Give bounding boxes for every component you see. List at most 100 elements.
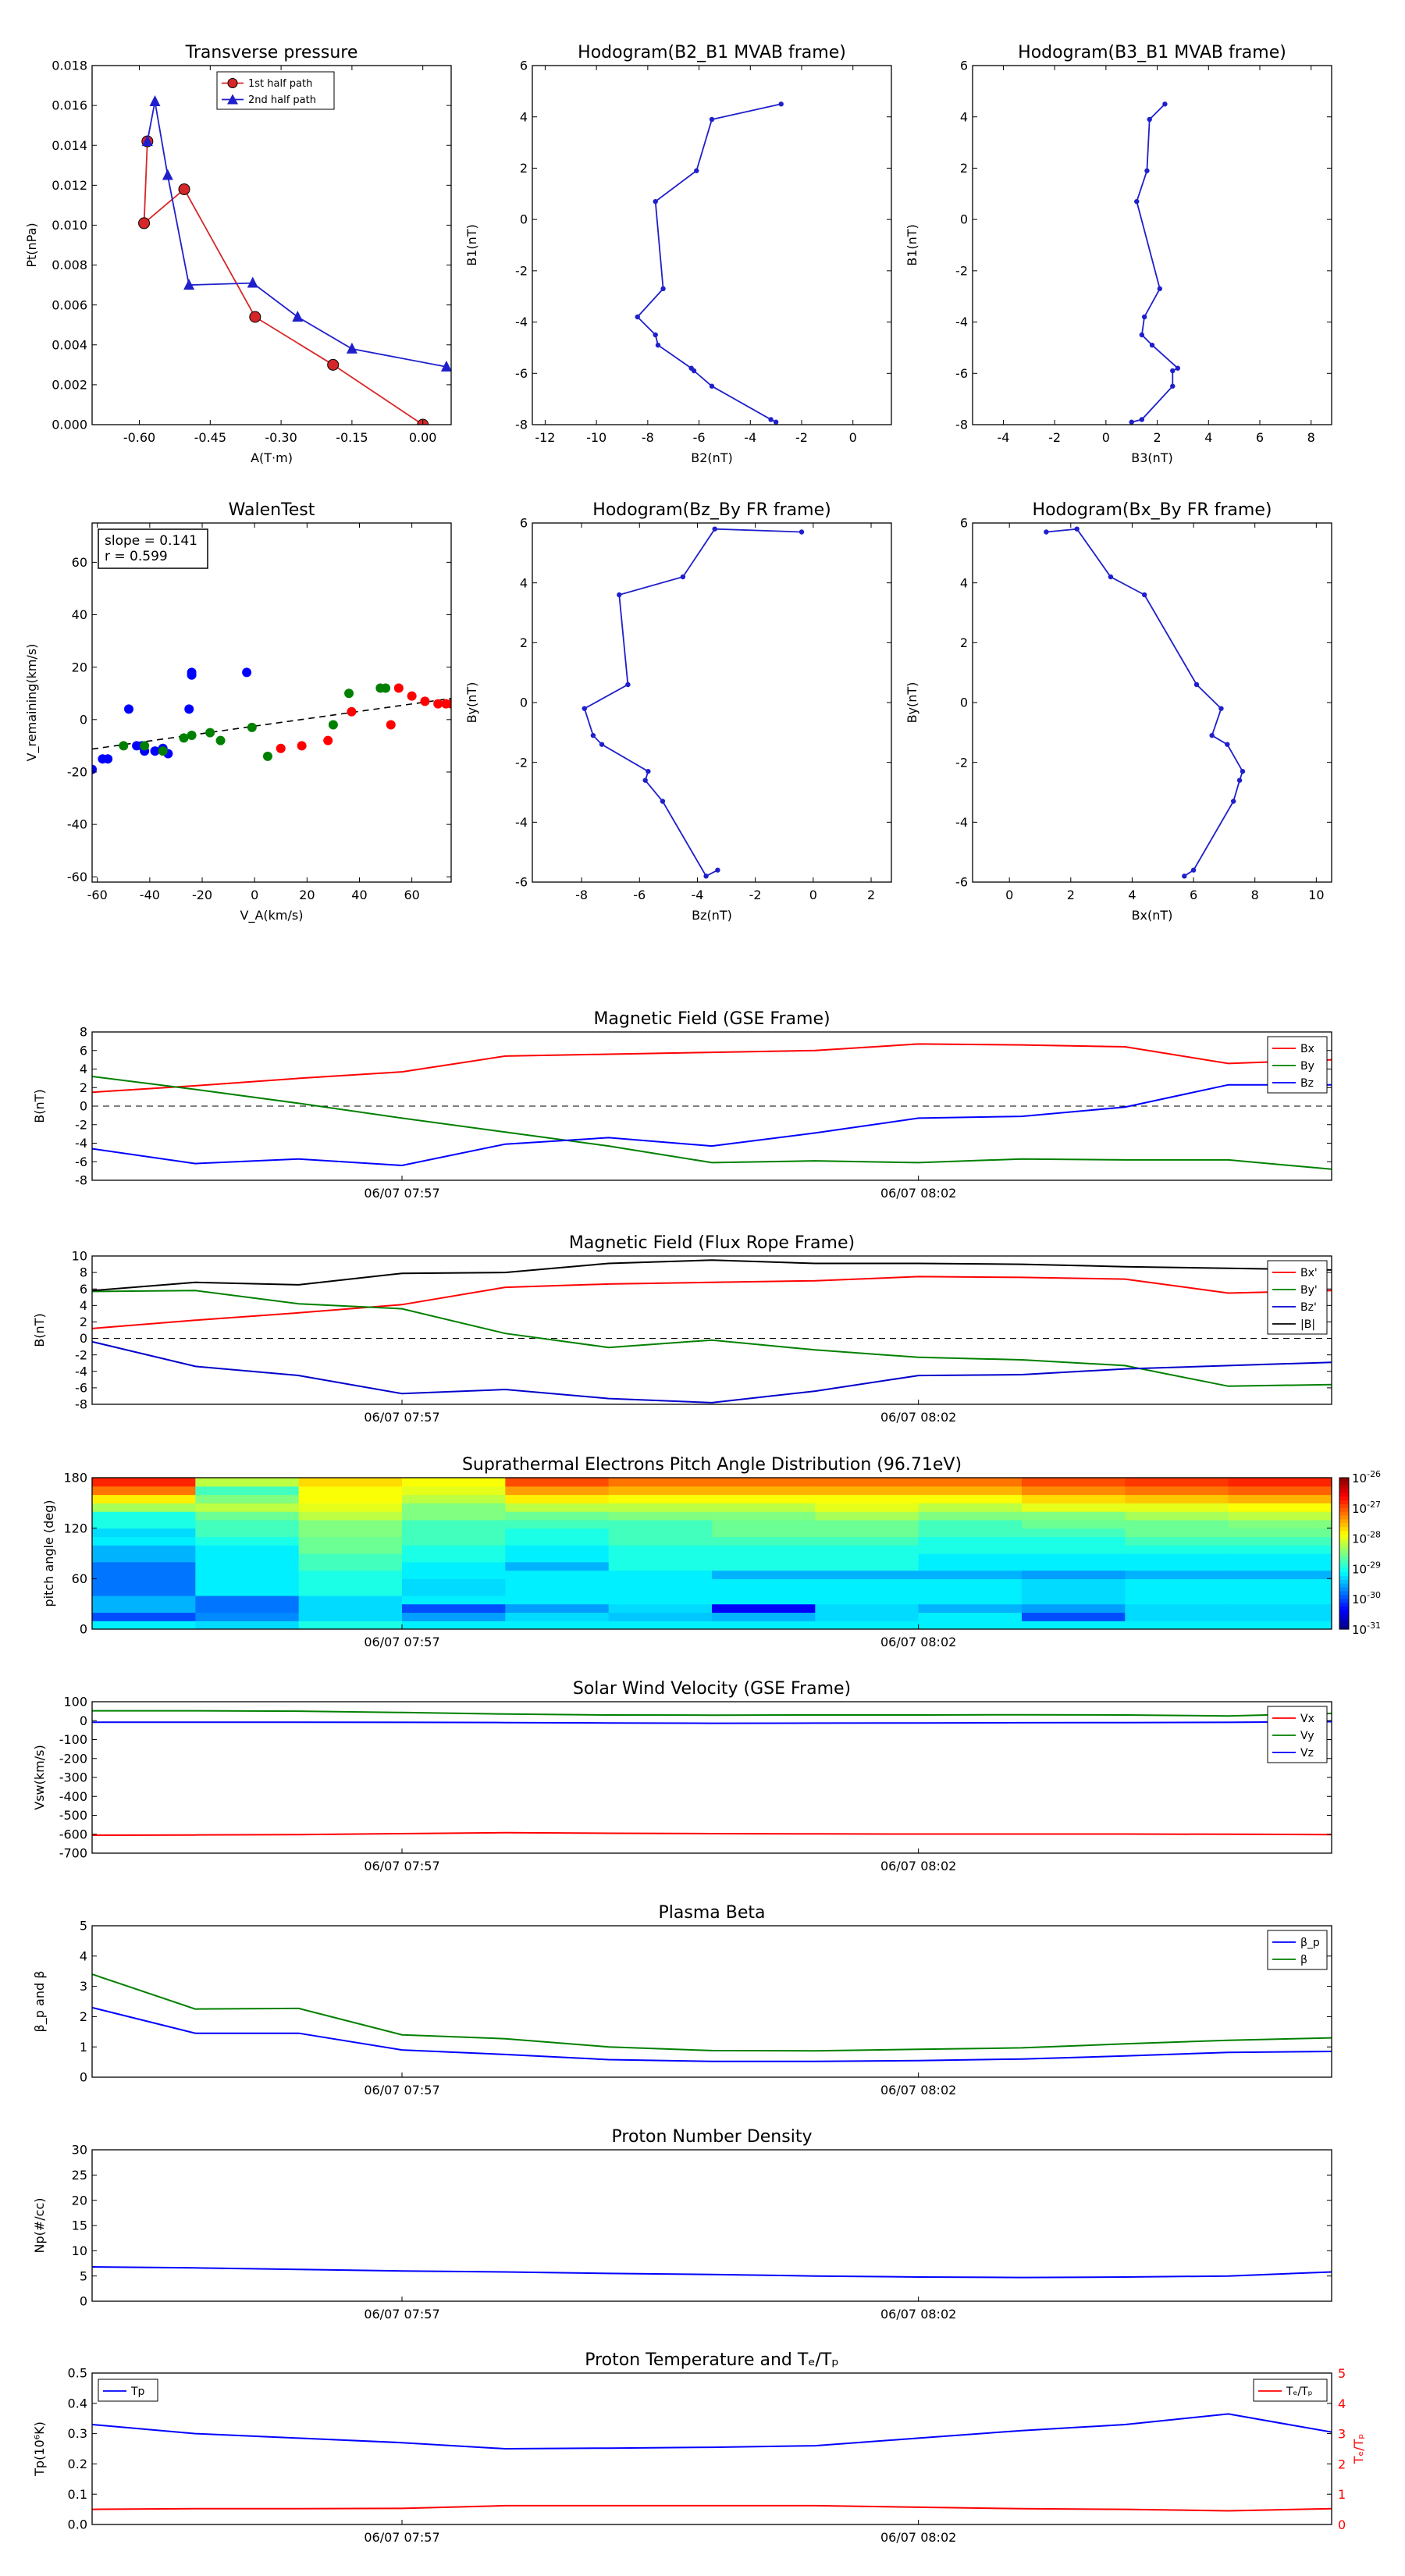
heatmap-cell (195, 1595, 300, 1605)
data-point (703, 873, 709, 879)
data-point (1209, 732, 1215, 738)
heatmap-cell (1022, 1478, 1126, 1487)
x-tick-label: -0.45 (194, 430, 226, 445)
heatmap-cell (1022, 1595, 1126, 1605)
y-tick-label: 8 (80, 1025, 87, 1040)
heatmap-cell (918, 1621, 1023, 1629)
colorbar-segment (1339, 1485, 1349, 1490)
y-tick-label: -2 (515, 755, 528, 770)
data-point (599, 742, 605, 747)
x-tick-label: 8 (1307, 430, 1315, 445)
data-point (709, 383, 715, 389)
y-tick-label: 0.4 (68, 2396, 87, 2411)
x-tick-label: 06/07 07:57 (364, 1186, 439, 1201)
heatmap-cell (815, 1603, 919, 1614)
colorbar-segment (1339, 1591, 1349, 1596)
data-point (680, 574, 686, 580)
y-tick-label: -6 (515, 875, 528, 890)
heatmap-cell (712, 1612, 816, 1621)
y-tick-label: -2 (955, 755, 968, 770)
plot-data (92, 1259, 1332, 1404)
y-axis-label: Vsw(km/s) (32, 1745, 47, 1809)
colorbar-segment (1339, 1610, 1349, 1615)
y-tick-label: 2 (520, 635, 528, 650)
chart-title: WalenTest (229, 500, 315, 520)
y-tick-label: 6 (520, 516, 528, 531)
data-point (1139, 332, 1145, 338)
y-tick-label: 0.004 (52, 337, 87, 352)
y-tick-label: 2 (80, 1315, 87, 1329)
colorbar-segment (1339, 1489, 1349, 1493)
chart-panel-8: Magnetic Field (Flux Rope Frame) -8 -6-4 -2… (32, 1233, 1332, 1425)
data-point (292, 311, 304, 322)
x-tick-label: 10 (1308, 888, 1324, 902)
heatmap-cell (712, 1595, 816, 1605)
legend-label: Vx (1300, 1713, 1314, 1725)
heatmap-cell (712, 1621, 816, 1629)
heatmap-cell (298, 1612, 403, 1621)
stats-annotation: slope = 0.141r = 0.599 (98, 528, 208, 569)
colorbar-segment (1339, 1515, 1349, 1520)
data-point (1225, 742, 1230, 747)
heatmap-cell (505, 1603, 610, 1614)
heatmap-cell (1125, 1536, 1229, 1546)
heatmap-cell (918, 1519, 1023, 1529)
heatmap-cell (1228, 1612, 1332, 1621)
heatmap-cell (505, 1485, 610, 1496)
heatmap-cell (402, 1595, 506, 1605)
heatmap-cell (195, 1578, 300, 1588)
colorbar-segment (1339, 1557, 1349, 1562)
legend-label: Tₑ/Tₚ (1286, 2386, 1313, 2398)
colorbar-tick-exponent: -27 (1367, 1500, 1381, 1510)
series-line (92, 1043, 1332, 1094)
plot-data (92, 1710, 1332, 1836)
y-axis-label: By(nT) (464, 682, 479, 724)
scatter-point (124, 704, 134, 714)
heatmap-cell (815, 1621, 919, 1629)
chart-panel-13: Proton Temperature and Tₑ/Tₚ 0.0 0.1 0.2 0.3… (32, 2350, 1366, 2545)
data-point (660, 286, 666, 292)
legend-label: Vz (1300, 1747, 1314, 1759)
data-point (1170, 383, 1176, 389)
heatmap-cell (1022, 1528, 1126, 1538)
y-tick-label: 0.014 (52, 138, 87, 153)
colorbar-tick-label: 10-28 (1352, 1530, 1381, 1546)
heatmap-cell (298, 1478, 403, 1487)
plot-border (972, 65, 1332, 425)
colorbar-segment (1339, 1503, 1349, 1509)
data-point (646, 768, 651, 774)
plot-border (91, 1255, 1332, 1405)
chart-panel-11: Plasma Beta 0 1 2 3 4 5 06/07 07:57 06/07 08:02 β… (32, 1903, 1332, 2097)
chart-panel-5: Hodogram(Bz_By FR frame) -6 -4 -2 0 2 4 6 -8 -6 -4… (464, 500, 892, 923)
heatmap-cell (712, 1511, 816, 1521)
heatmap-cell (712, 1519, 816, 1529)
scatter-point (328, 720, 338, 730)
x-tick-label: -2 (749, 888, 762, 902)
y-axis-label: Np(#/cc) (32, 2198, 47, 2254)
colorbar-tick-label: 10-29 (1352, 1560, 1381, 1576)
colorbar-tick-label: 10-30 (1352, 1590, 1381, 1606)
heatmap-cell (298, 1545, 403, 1554)
heatmap-cell (92, 1503, 196, 1512)
heatmap-cell (195, 1536, 300, 1546)
heatmap-cell (1228, 1485, 1332, 1496)
heatmap-cell (298, 1603, 403, 1614)
y-tick-label: -500 (59, 1808, 87, 1823)
data-point (162, 169, 173, 180)
chart-title: Solar Wind Velocity (GSE Frame) (573, 1679, 851, 1699)
heatmap-cell (918, 1503, 1023, 1512)
data-point (709, 116, 715, 123)
heatmap-cell (1022, 1570, 1126, 1579)
series-line (92, 2266, 1332, 2279)
scatter-point (386, 720, 396, 730)
heatmap-cell (815, 1503, 919, 1512)
y-tick-label: -8 (515, 418, 528, 432)
heatmap-cell (298, 1503, 403, 1512)
data-point (768, 417, 774, 422)
heatmap-cell (92, 1561, 196, 1571)
data-point (660, 799, 666, 804)
plot-data (635, 101, 784, 425)
heatmap-cell (1022, 1511, 1126, 1521)
y-tick-label: 25 (72, 2168, 87, 2183)
heatmap-cell (298, 1621, 403, 1629)
